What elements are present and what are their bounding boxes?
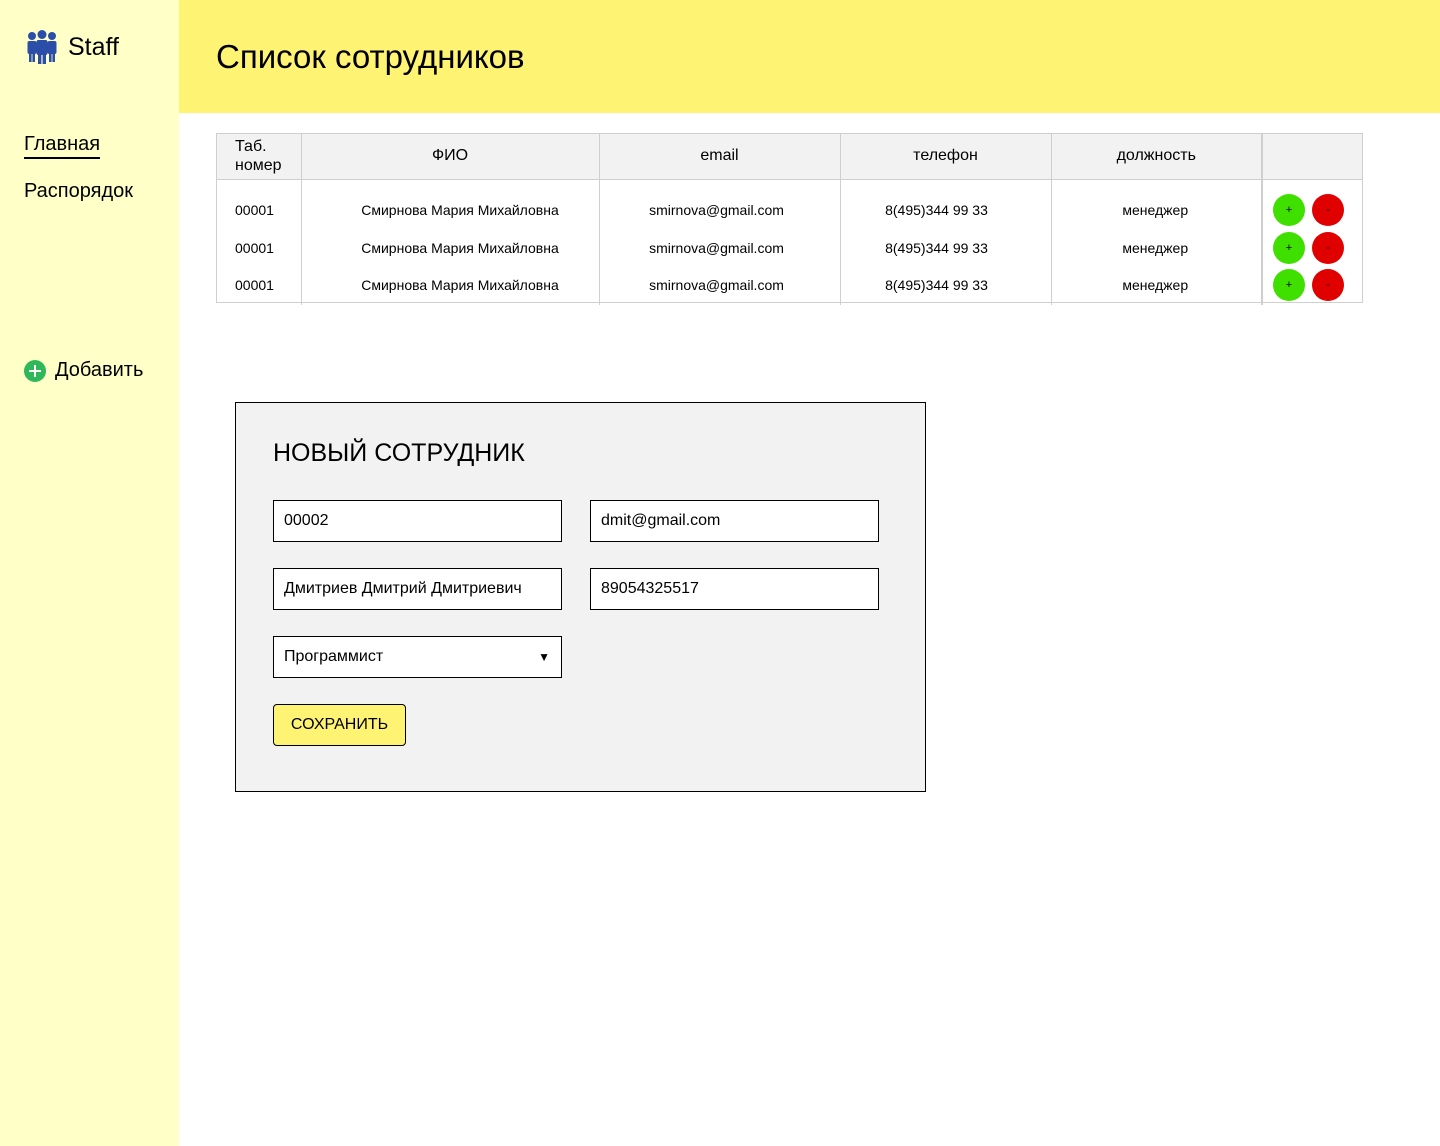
minus-icon: - <box>1326 204 1330 217</box>
row-minus-button[interactable]: - <box>1312 194 1344 227</box>
plus-circle-icon <box>24 359 46 382</box>
phone-input[interactable] <box>590 568 879 610</box>
minus-icon: - <box>1326 242 1330 254</box>
nav-schedule-link[interactable]: Распорядок <box>24 178 133 204</box>
cell-position: менеджер <box>1051 179 1263 229</box>
column-header-num-label: Таб. номер <box>235 138 282 175</box>
cell-num: 00001 <box>217 267 302 305</box>
row-plus-button[interactable]: + <box>1273 232 1305 264</box>
cell-email: smirnova@gmail.com <box>599 179 841 229</box>
cell-fio: Смирнова Мария Михайловна <box>301 229 600 267</box>
add-employee-label: Добавить <box>55 359 144 381</box>
cell-actions: + - <box>1261 229 1362 267</box>
row-plus-button[interactable]: + <box>1273 269 1305 301</box>
form-title: НОВЫЙ СОТРУДНИК <box>273 439 525 467</box>
cell-position: менеджер <box>1051 229 1263 267</box>
save-button[interactable]: СОХРАНИТЬ <box>273 704 406 746</box>
people-group-icon <box>27 30 57 64</box>
minus-icon: - <box>1326 279 1330 291</box>
cell-actions: + - <box>1261 267 1362 305</box>
cell-num: 00001 <box>217 179 302 229</box>
cell-phone: 8(495)344 99 33 <box>840 267 1052 305</box>
row-minus-button[interactable]: - <box>1312 232 1344 264</box>
position-select[interactable]: Программист ▼ <box>273 636 562 678</box>
plus-icon: + <box>1285 279 1293 291</box>
table-header-row: Таб. номер ФИО email телефон должность <box>217 134 1362 180</box>
page-header: Список сотрудников <box>179 0 1440 113</box>
cell-phone: 8(495)344 99 33 <box>840 229 1052 267</box>
dropdown-arrow-icon: ▼ <box>538 650 550 664</box>
app-name: Staff <box>68 33 119 61</box>
plus-icon: + <box>1285 242 1293 254</box>
cell-position: менеджер <box>1051 267 1263 305</box>
column-header-actions <box>1261 134 1362 180</box>
cell-phone: 8(495)344 99 33 <box>840 179 1052 229</box>
row-minus-button[interactable]: - <box>1312 269 1344 301</box>
cell-fio: Смирнова Мария Михайловна <box>301 267 600 305</box>
column-header-email: email <box>599 134 841 180</box>
nav-home-link[interactable]: Главная <box>24 132 101 159</box>
new-employee-form: НОВЫЙ СОТРУДНИК Программист ▼ СОХРАНИТЬ <box>235 402 926 792</box>
row-plus-button[interactable]: + <box>1273 194 1305 227</box>
table-row: 00001 Смирнова Мария Михайловна smirnova… <box>217 267 1362 305</box>
cell-actions: + - <box>1261 179 1362 229</box>
email-input[interactable] <box>590 500 879 542</box>
position-select-value: Программист <box>284 648 384 665</box>
cell-email: smirnova@gmail.com <box>599 267 841 305</box>
employees-table: Таб. номер ФИО email телефон должность 0… <box>216 133 1363 305</box>
sidebar: Staff Главная Распорядок Добавить <box>0 0 179 1146</box>
column-header-phone: телефон <box>840 134 1052 180</box>
app-logo[interactable]: Staff <box>27 30 119 64</box>
employee-number-input[interactable] <box>273 500 562 542</box>
add-employee-link[interactable]: Добавить <box>24 359 143 382</box>
column-header-num: Таб. номер <box>217 134 302 180</box>
column-header-position: должность <box>1051 134 1263 180</box>
cell-num: 00001 <box>217 229 302 267</box>
column-header-fio: ФИО <box>301 134 600 180</box>
page-title: Список сотрудников <box>216 38 525 75</box>
table-row: 00001 Смирнова Мария Михайловна smirnova… <box>217 229 1362 267</box>
plus-icon: + <box>1285 204 1293 217</box>
full-name-input[interactable] <box>273 568 562 610</box>
table-row: 00001 Смирнова Мария Михайловна smirnova… <box>217 179 1362 229</box>
cell-email: smirnova@gmail.com <box>599 229 841 267</box>
cell-fio: Смирнова Мария Михайловна <box>301 179 600 229</box>
